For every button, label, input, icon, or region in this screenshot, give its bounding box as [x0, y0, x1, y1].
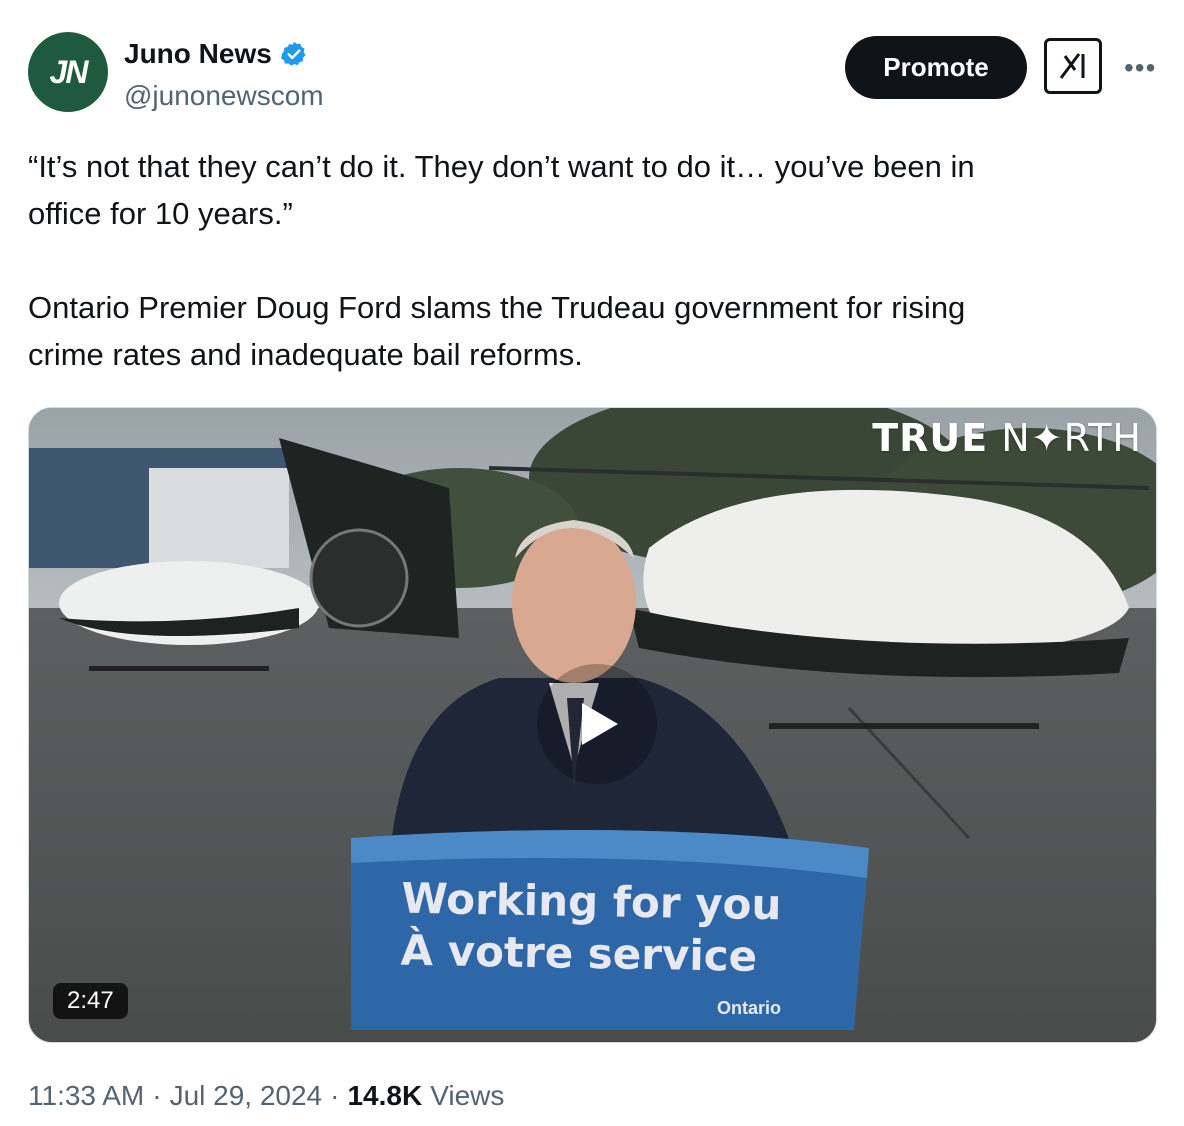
meta-separator: ·: [330, 1080, 340, 1111]
meta-separator: ·: [152, 1080, 162, 1111]
watermark-bold-text: TRUE: [872, 416, 989, 460]
podium-line-1: Working for you: [401, 873, 782, 930]
author-handle[interactable]: @junonewscom: [124, 80, 324, 112]
podium-line-2: À votre service: [400, 925, 758, 981]
play-icon: [582, 703, 618, 745]
podium-sign: Working for you À votre service: [400, 873, 782, 984]
promote-button[interactable]: Promote: [845, 36, 1027, 99]
views-count: 14.8K: [347, 1080, 423, 1111]
tweet-date[interactable]: Jul 29, 2024: [170, 1080, 323, 1112]
video-player[interactable]: TRUE N✦RTH Working for you À votre servi…: [28, 407, 1157, 1043]
podium-brand: Ontario: [717, 998, 782, 1018]
grok-icon[interactable]: [1044, 38, 1102, 94]
views-label: Views: [430, 1080, 505, 1111]
tweet-meta: 11:33 AM · Jul 29, 2024 · 14.8K Views: [28, 1080, 504, 1112]
author-avatar[interactable]: JN: [28, 32, 108, 112]
video-duration-badge: 2:47: [53, 983, 128, 1019]
tweet-time[interactable]: 11:33 AM: [28, 1080, 144, 1112]
more-options-icon[interactable]: •••: [1124, 52, 1156, 84]
tweet-text: “It’s not that they can’t do it. They do…: [28, 149, 975, 372]
play-button[interactable]: [537, 664, 657, 784]
verified-badge-icon[interactable]: [280, 40, 308, 68]
watermark-light-text: N✦RTH: [1001, 416, 1142, 460]
author-name-row: Juno News: [124, 38, 308, 70]
author-display-name[interactable]: Juno News: [124, 38, 272, 70]
video-watermark: TRUE N✦RTH: [872, 416, 1142, 460]
avatar-text: JN: [49, 53, 89, 90]
